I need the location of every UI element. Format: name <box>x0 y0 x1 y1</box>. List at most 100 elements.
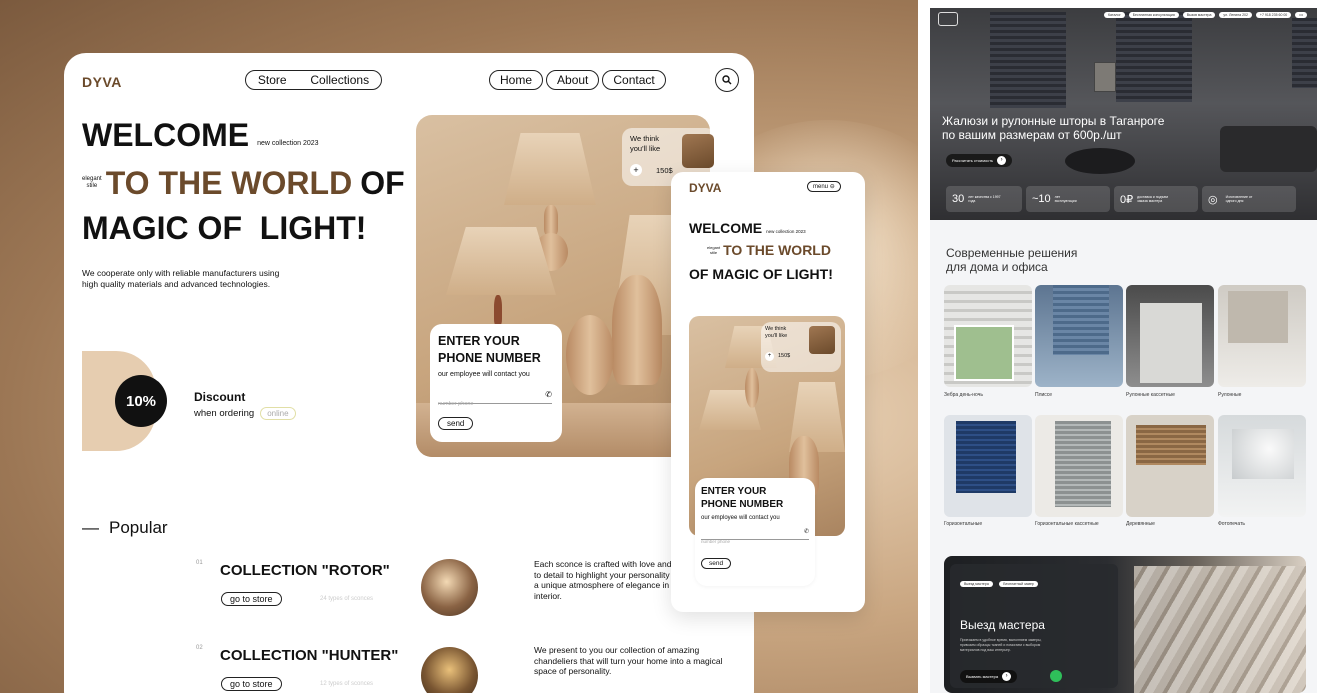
tile-label[interactable]: Рулонные кассетные <box>1126 392 1175 398</box>
tile-label[interactable]: Рулонные <box>1218 392 1241 398</box>
stat-value: 0₽ <box>1120 193 1134 206</box>
wall-art <box>1094 62 1116 92</box>
tile-label[interactable]: Фотопечать <box>1218 521 1245 527</box>
tile-label[interactable]: Плиссе <box>1035 392 1052 398</box>
form-title-2: PHONE NUMBER <box>438 351 541 365</box>
stat-value: 30 <box>952 193 965 205</box>
master-title: Выезд мастера <box>960 618 1045 632</box>
form-subtitle: our employee will contact you <box>438 371 530 378</box>
tile-label[interactable]: Горизонтальные <box>944 521 982 527</box>
tile-photoprint[interactable] <box>1218 415 1306 517</box>
nav-contact[interactable]: Contact <box>602 70 666 90</box>
arrow-right-icon: › <box>997 156 1007 165</box>
welcome-heading: WELCOME <box>82 117 250 153</box>
search-button[interactable] <box>715 68 739 92</box>
horizontal-slats <box>956 421 1016 493</box>
tile-roller-cassette[interactable] <box>1126 285 1214 387</box>
mobile-menu-button[interactable]: menu ⊖ <box>807 181 841 192</box>
master-panel: Выезд мастера Бесплатный замер Выезд мас… <box>950 564 1118 688</box>
nav-center: Store Collections <box>245 70 382 90</box>
nav-about[interactable]: About <box>546 70 600 90</box>
mobile-add-button[interactable]: + <box>765 352 774 361</box>
mobile-hero-line-2: elegant stile TO THE WORLD <box>707 242 831 258</box>
whatsapp-icon[interactable] <box>1050 670 1062 682</box>
window-frame <box>954 325 1014 381</box>
collection-desc: We present to you our collection of amaz… <box>534 645 723 676</box>
lamp-base <box>494 295 502 325</box>
calc-button-label: Рассчитать стоимость <box>952 158 994 163</box>
form-title-1: ENTER YOUR <box>438 334 520 348</box>
mobile-price: 150$ <box>778 353 791 359</box>
roller-shade <box>1140 303 1202 383</box>
mobile-elegant-stile: elegant stile <box>707 245 720 255</box>
collection-thumb <box>421 559 478 616</box>
photo-shade <box>1232 429 1294 479</box>
pill-master[interactable]: Вызов мастера <box>1182 12 1216 18</box>
mobile-phone-input[interactable]: number phone ✆ <box>701 529 809 544</box>
tile-horizontal-cassette[interactable] <box>1035 415 1123 517</box>
call-master-button[interactable]: Вызвать мастера › <box>960 670 1018 683</box>
mobile-send-button[interactable]: send <box>701 558 732 569</box>
nav-collections[interactable]: Collections <box>310 73 369 87</box>
lamp-base <box>612 275 662 385</box>
stat-value: ◎ <box>1208 193 1218 206</box>
elegant-word: elegant <box>82 176 102 182</box>
pill-catalog[interactable]: Каталог <box>1104 12 1125 18</box>
tile-pleated[interactable] <box>1035 285 1123 387</box>
mobile-form-sub: our employee will contact you <box>701 515 780 521</box>
tile-roller[interactable] <box>1218 285 1306 387</box>
master-visit-banner: Выезд мастера Бесплатный замер Выезд мас… <box>944 556 1306 693</box>
mobile-product-thumb <box>809 326 835 354</box>
tile-label[interactable]: Горизонтальные кассетные <box>1035 521 1099 527</box>
discount-title: Discount <box>194 390 246 404</box>
pill-consult[interactable]: Бесплатная консультация <box>1128 12 1179 18</box>
dyva-showcase: DYVA Store Collections Home About Contac… <box>0 0 918 693</box>
to-the-world-heading: TO THE WORLD <box>105 165 353 201</box>
pill-address[interactable]: ул. Ленина 202 <box>1219 12 1252 18</box>
blind-window-far <box>1292 18 1317 88</box>
master-tag: Бесплатный замер <box>999 581 1038 587</box>
mobile-think-1: We think <box>765 326 787 332</box>
tile-horizontal[interactable] <box>944 415 1032 517</box>
new-collection-label: new collection 2023 <box>257 140 319 147</box>
mobile-to-the-world: TO THE WORLD <box>723 242 831 258</box>
nav-store[interactable]: Store <box>258 73 287 87</box>
add-button[interactable]: + <box>630 164 642 176</box>
pill-phone[interactable]: +7 918 235 60 00 <box>1255 12 1292 18</box>
brand-logo[interactable]: DYVA <box>82 74 122 90</box>
send-button[interactable]: send <box>438 417 474 430</box>
tile-label[interactable]: Зебра день-ночь <box>944 392 983 398</box>
go-to-store-button[interactable]: go to store <box>221 677 282 691</box>
coffee-table <box>1065 148 1135 174</box>
mobile-suggestion-card[interactable]: We think you'll like + 150$ <box>761 322 841 372</box>
discount-sub-text: when ordering <box>194 408 255 419</box>
nav-home[interactable]: Home <box>489 70 544 90</box>
blind-window-right <box>1116 12 1192 102</box>
online-tag: online <box>260 407 296 420</box>
section-title-1: Современные решения <box>946 246 1078 260</box>
desktop-page-card: DYVA Store Collections Home About Contac… <box>64 53 754 693</box>
think-line-1: We think <box>630 134 660 143</box>
calc-button[interactable]: Рассчитать стоимость › <box>946 154 1013 167</box>
lamp-shade <box>504 133 596 205</box>
collection-num: 01 <box>196 560 203 566</box>
phone-icon: ✆ <box>545 390 552 399</box>
call-master-label: Вызвать мастера <box>966 674 999 679</box>
elegant-stile-label: elegant stile <box>82 176 102 190</box>
product-price: 150$ <box>656 166 673 175</box>
phone-placeholder: number phone <box>438 401 474 407</box>
phone-input[interactable]: number phone ✆ <box>438 390 552 407</box>
tile-label[interactable]: Деревянные <box>1126 521 1155 527</box>
lamp-base <box>745 368 759 408</box>
roller-shade <box>1228 291 1288 343</box>
site-logo[interactable] <box>938 12 958 26</box>
go-to-store-button[interactable]: go to store <box>221 592 282 606</box>
mobile-brand[interactable]: DYVA <box>689 181 721 195</box>
stat-card: ~10 лет эксплуатации <box>1026 186 1110 212</box>
mobile-mockup: DYVA menu ⊖ WELCOME new collection 2023 … <box>671 172 865 612</box>
popular-heading: — Popular <box>82 518 168 538</box>
more-icon[interactable]: ••• <box>1295 12 1307 18</box>
tile-wooden[interactable] <box>1126 415 1214 517</box>
stat-label: лет качества с 1997 года <box>968 195 1001 203</box>
tile-zebra[interactable] <box>944 285 1032 387</box>
